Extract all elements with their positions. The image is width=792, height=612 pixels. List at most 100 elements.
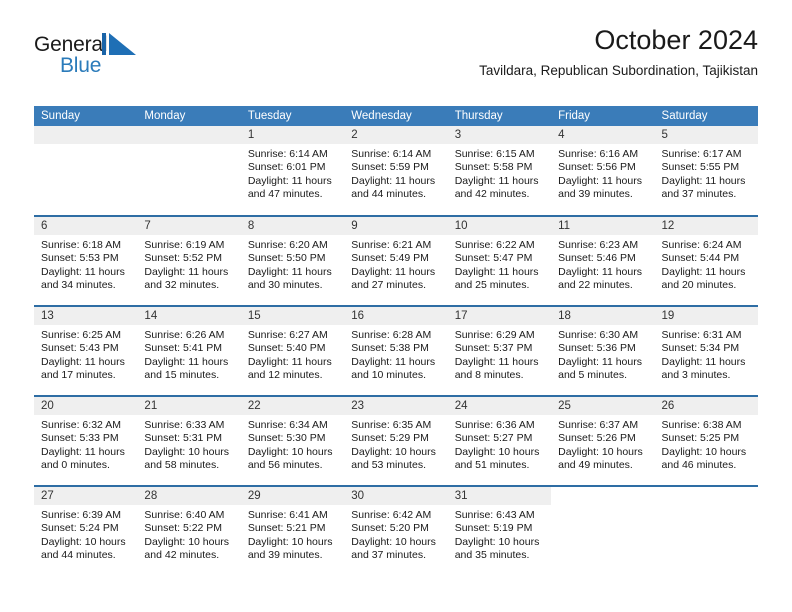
daylight-text-line2: and 56 minutes.	[247, 459, 323, 472]
day-cell-inner: 7 Sunrise: 6:19 AM Sunset: 5:52 PM Daylight…	[137, 217, 241, 305]
sunset-text: Sunset: 5:49 PM	[351, 252, 429, 265]
sunset-text: Sunset: 5:26 PM	[558, 432, 636, 445]
sunrise-text: Sunrise: 6:43 AM	[454, 509, 535, 521]
day-number: 3	[447, 126, 552, 144]
calendar-day-cell[interactable]: 4 Sunrise: 6:16 AM Sunset: 5:56 PM Daylight…	[551, 126, 655, 216]
sunset-text: Sunset: 5:22 PM	[144, 522, 223, 535]
calendar-day-cell[interactable]: 8 Sunrise: 6:20 AM Sunset: 5:50 PM Daylight…	[240, 215, 345, 306]
day-cell-inner: 17 Sunrise: 6:29 AM Sunset: 5:37 PM Dayligh…	[447, 307, 552, 395]
daylight-text-line2: and 5 minutes.	[558, 369, 627, 382]
sunset-text: Sunset: 5:47 PM	[454, 252, 533, 265]
calendar-day-cell[interactable]: 18 Sunrise: 6:30 AM Sunset: 5:36 PM Dayligh…	[551, 305, 655, 396]
day-details: Sunrise: 6:18 AM Sunset: 5:53 PM Daylight:…	[34, 235, 137, 293]
sunset-text: Sunset: 5:19 PM	[454, 522, 533, 535]
day-details: Sunrise: 6:20 AM Sunset: 5:50 PM Daylight:…	[241, 235, 344, 293]
sunset-text: Sunset: 5:44 PM	[661, 252, 740, 265]
day-cell-inner: 31 Sunrise: 6:43 AM Sunset: 5:19 PM Dayligh…	[447, 487, 552, 575]
calendar-day-cell[interactable]: 6 Sunrise: 6:18 AM Sunset: 5:53 PM Daylight…	[34, 215, 138, 306]
calendar-day-cell[interactable]: 30 Sunrise: 6:42 AM Sunset: 5:20 PM Dayligh…	[344, 485, 448, 576]
day-details: Sunrise: 6:14 AM Sunset: 6:01 PM Daylight:…	[241, 144, 344, 202]
sunrise-text: Sunrise: 6:27 AM	[247, 329, 328, 341]
sunrise-text: Sunrise: 6:39 AM	[41, 509, 121, 521]
day-details: Sunrise: 6:29 AM Sunset: 5:37 PM Daylight:…	[448, 325, 551, 383]
daylight-text-line1: Daylight: 11 hours	[247, 174, 332, 187]
daylight-text-line1: Daylight: 11 hours	[454, 265, 539, 278]
daylight-text-line2: and 46 minutes.	[661, 459, 737, 472]
calendar-day-cell[interactable]: 23 Sunrise: 6:35 AM Sunset: 5:29 PM Dayligh…	[344, 395, 448, 486]
day-cell-inner: 15 Sunrise: 6:27 AM Sunset: 5:40 PM Dayligh…	[240, 307, 345, 395]
day-number: 26	[654, 397, 758, 415]
calendar-day-cell[interactable]: 20 Sunrise: 6:32 AM Sunset: 5:33 PM Dayligh…	[34, 395, 138, 486]
daylight-text-line1: Daylight: 10 hours	[558, 445, 643, 458]
day-cell-inner: 9 Sunrise: 6:21 AM Sunset: 5:49 PM Daylight…	[344, 217, 448, 305]
daylight-text-line1: Daylight: 11 hours	[558, 265, 642, 278]
day-number: 15	[240, 307, 345, 325]
sunrise-text: Sunrise: 6:25 AM	[41, 329, 121, 341]
sunrise-text: Sunrise: 6:18 AM	[41, 239, 121, 251]
day-details: Sunrise: 6:17 AM Sunset: 5:55 PM Daylight:…	[655, 144, 758, 202]
calendar-day-cell[interactable]: 17 Sunrise: 6:29 AM Sunset: 5:37 PM Dayligh…	[447, 305, 552, 396]
weekday-header-monday: Monday	[137, 106, 241, 126]
brand-name-general: General	[34, 33, 108, 56]
calendar-day-cell[interactable]: 27 Sunrise: 6:39 AM Sunset: 5:24 PM Dayligh…	[34, 485, 138, 576]
day-number: 6	[34, 217, 138, 235]
day-details: Sunrise: 6:42 AM Sunset: 5:20 PM Daylight:…	[344, 505, 447, 563]
daylight-text-line1: Daylight: 10 hours	[41, 535, 126, 548]
calendar-day-cell[interactable]: 22 Sunrise: 6:34 AM Sunset: 5:30 PM Dayligh…	[240, 395, 345, 486]
calendar-day-blank	[655, 487, 758, 575]
calendar-day-cell[interactable]: 31 Sunrise: 6:43 AM Sunset: 5:19 PM Dayligh…	[447, 485, 552, 576]
calendar-day-cell[interactable]: 19 Sunrise: 6:31 AM Sunset: 5:34 PM Dayligh…	[654, 305, 758, 396]
sunrise-text: Sunrise: 6:21 AM	[351, 239, 432, 251]
calendar-day-cell[interactable]	[137, 126, 241, 216]
day-number: 19	[654, 307, 758, 325]
day-cell-inner: 13 Sunrise: 6:25 AM Sunset: 5:43 PM Dayligh…	[34, 307, 138, 395]
daylight-text-line2: and 3 minutes.	[661, 369, 731, 382]
calendar-day-cell[interactable]: 21 Sunrise: 6:33 AM Sunset: 5:31 PM Dayligh…	[137, 395, 241, 486]
calendar-day-cell[interactable]: 10 Sunrise: 6:22 AM Sunset: 5:47 PM Dayligh…	[447, 215, 552, 306]
daylight-text-line1: Daylight: 10 hours	[351, 535, 436, 548]
daylight-text-line1: Daylight: 10 hours	[454, 445, 540, 458]
day-details: Sunrise: 6:28 AM Sunset: 5:38 PM Daylight:…	[344, 325, 447, 383]
calendar-day-cell[interactable]: 11 Sunrise: 6:23 AM Sunset: 5:46 PM Dayligh…	[551, 215, 655, 306]
calendar-day-cell[interactable]: 29 Sunrise: 6:41 AM Sunset: 5:21 PM Dayligh…	[240, 485, 345, 576]
day-number: 11	[551, 217, 655, 235]
daylight-text-line1: Daylight: 10 hours	[144, 535, 230, 548]
daylight-text-line1: Daylight: 11 hours	[247, 265, 332, 278]
calendar-day-cell[interactable]: 24 Sunrise: 6:36 AM Sunset: 5:27 PM Dayligh…	[447, 395, 552, 486]
calendar-day-cell[interactable]: 9 Sunrise: 6:21 AM Sunset: 5:49 PM Daylight…	[344, 215, 448, 306]
calendar-day-cell[interactable]: 14 Sunrise: 6:26 AM Sunset: 5:41 PM Dayligh…	[137, 305, 241, 396]
page-title: October 2024	[594, 25, 758, 55]
daylight-text-line1: Daylight: 11 hours	[558, 355, 642, 368]
day-number: 31	[447, 487, 552, 505]
calendar-day-cell[interactable]: 12 Sunrise: 6:24 AM Sunset: 5:44 PM Dayligh…	[654, 215, 758, 306]
day-details: Sunrise: 6:14 AM Sunset: 5:59 PM Daylight:…	[344, 144, 447, 202]
day-details: Sunrise: 6:26 AM Sunset: 5:41 PM Daylight:…	[137, 325, 240, 383]
calendar-day-cell[interactable]: 25 Sunrise: 6:37 AM Sunset: 5:26 PM Dayligh…	[551, 395, 655, 486]
daylight-text-line1: Daylight: 10 hours	[247, 445, 333, 458]
daylight-text-line1: Daylight: 11 hours	[41, 355, 125, 368]
calendar-day-cell[interactable]: 15 Sunrise: 6:27 AM Sunset: 5:40 PM Dayligh…	[240, 305, 345, 396]
sunrise-text: Sunrise: 6:20 AM	[247, 239, 328, 251]
sunrise-text: Sunrise: 6:42 AM	[351, 509, 432, 521]
sunrise-text: Sunrise: 6:38 AM	[661, 419, 742, 431]
daylight-text-line2: and 10 minutes.	[351, 369, 426, 382]
calendar-day-cell[interactable]: 5 Sunrise: 6:17 AM Sunset: 5:55 PM Daylight…	[654, 126, 758, 216]
calendar-day-cell[interactable]: 26 Sunrise: 6:38 AM Sunset: 5:25 PM Dayligh…	[654, 395, 758, 486]
day-details: Sunrise: 6:43 AM Sunset: 5:19 PM Daylight:…	[448, 505, 551, 563]
calendar-day-cell[interactable]: 1 Sunrise: 6:14 AM Sunset: 6:01 PM Daylight…	[240, 126, 345, 216]
calendar-day-cell[interactable]: 28 Sunrise: 6:40 AM Sunset: 5:22 PM Dayligh…	[137, 485, 241, 576]
calendar-day-cell[interactable]: 3 Sunrise: 6:15 AM Sunset: 5:58 PM Daylight…	[447, 126, 552, 216]
calendar-day-cell[interactable]: 16 Sunrise: 6:28 AM Sunset: 5:38 PM Dayligh…	[344, 305, 448, 396]
weekday-header-tuesday: Tuesday	[240, 106, 345, 126]
calendar-day-cell[interactable]: 2 Sunrise: 6:14 AM Sunset: 5:59 PM Daylight…	[344, 126, 448, 216]
daylight-text-line1: Daylight: 11 hours	[41, 445, 125, 458]
day-cell-inner: 14 Sunrise: 6:26 AM Sunset: 5:41 PM Dayligh…	[137, 307, 241, 395]
day-cell-inner: 1 Sunrise: 6:14 AM Sunset: 6:01 PM Daylight…	[240, 126, 345, 214]
sunrise-text: Sunrise: 6:35 AM	[351, 419, 432, 431]
calendar-day-cell[interactable]	[34, 126, 138, 216]
daylight-text-line2: and 49 minutes.	[558, 459, 633, 472]
sunset-text: Sunset: 5:46 PM	[558, 252, 636, 265]
calendar-day-cell[interactable]: 13 Sunrise: 6:25 AM Sunset: 5:43 PM Dayligh…	[34, 305, 138, 396]
calendar-day-cell[interactable]: 7 Sunrise: 6:19 AM Sunset: 5:52 PM Daylight…	[137, 215, 241, 306]
sunset-text: Sunset: 5:27 PM	[454, 432, 533, 445]
